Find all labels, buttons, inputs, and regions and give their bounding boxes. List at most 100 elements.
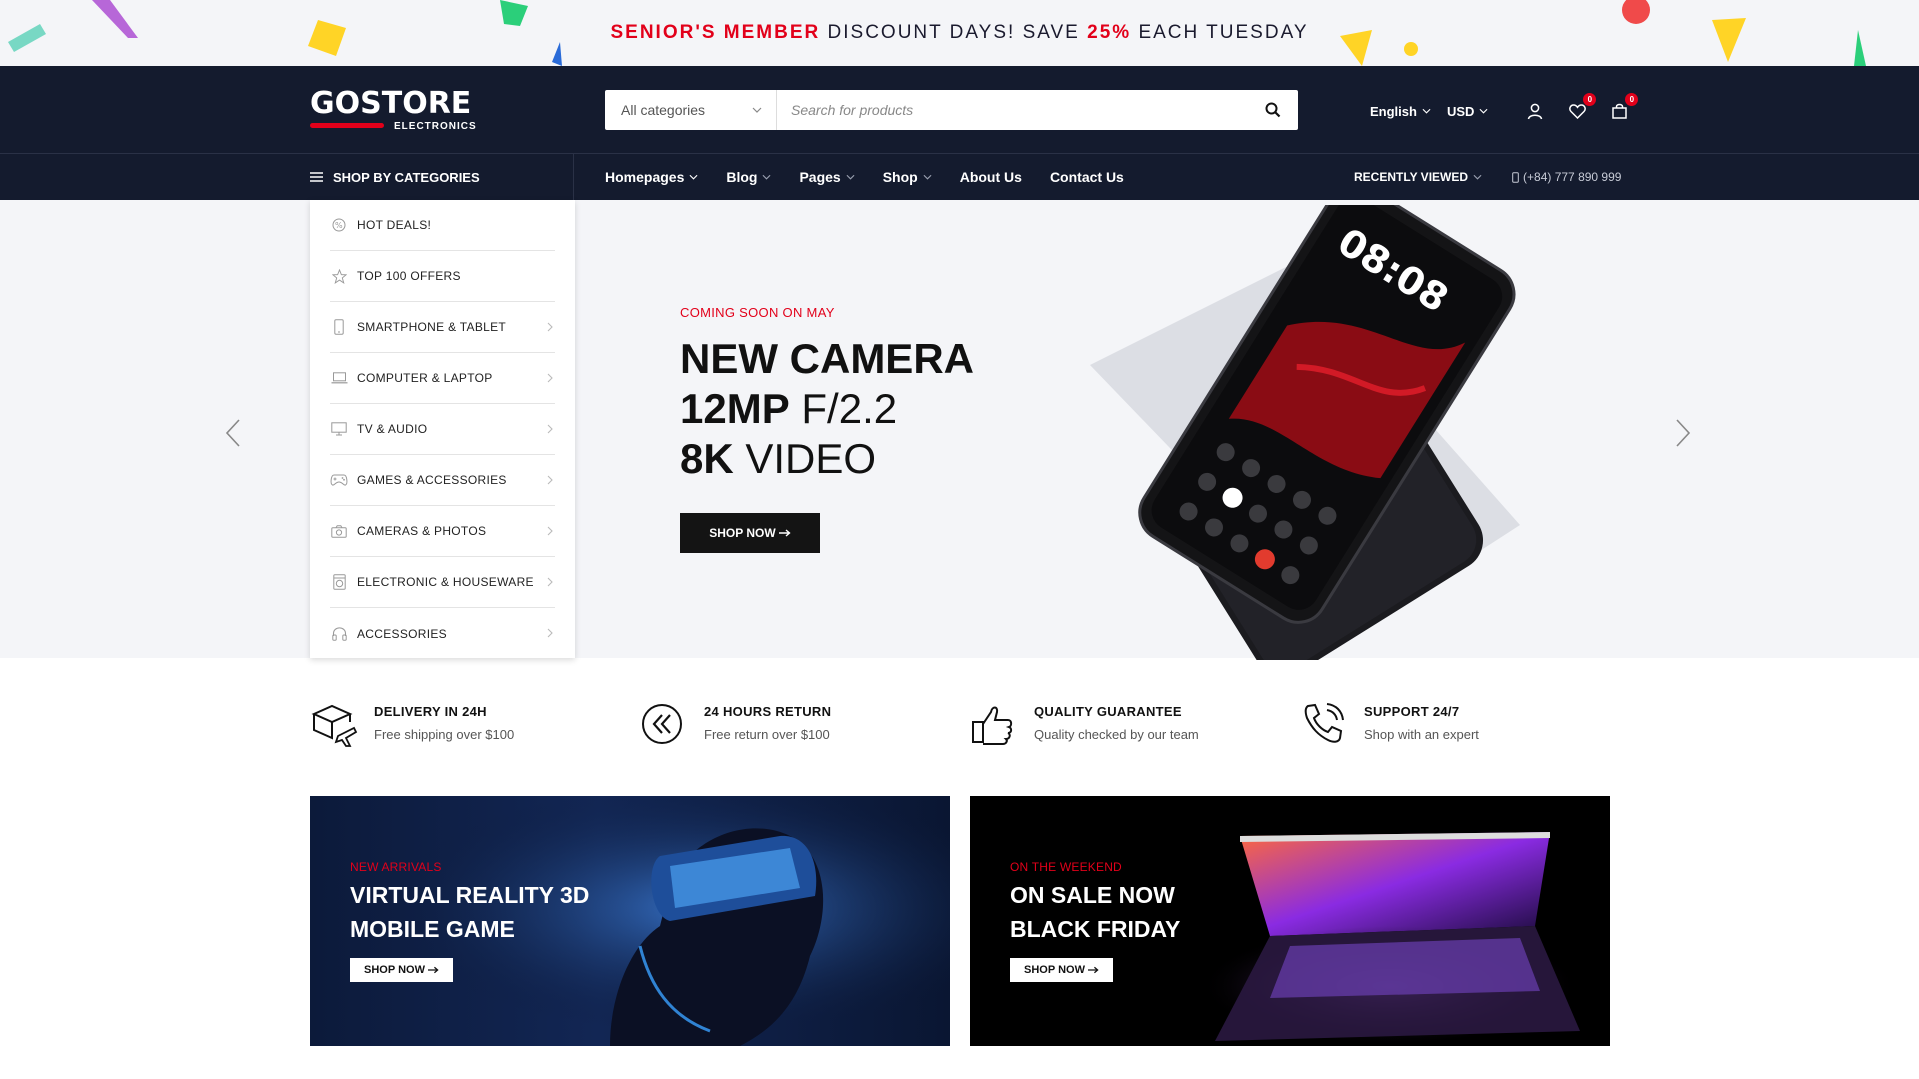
nav-blog[interactable]: Blog — [726, 169, 771, 185]
banner-shop-now-button[interactable]: SHOP NOW — [350, 958, 453, 982]
banner-vr-game[interactable]: NEW ARRIVALS VIRTUAL REALITY 3D MOBILE G… — [310, 796, 950, 1046]
slider-next-button[interactable] — [1675, 418, 1691, 453]
feature-quality: QUALITY GUARANTEE Quality checked by our… — [970, 700, 1199, 748]
washer-icon — [330, 573, 348, 591]
svg-text:%: % — [335, 221, 343, 230]
category-cameras-photos[interactable]: CAMERAS & PHOTOS — [330, 506, 555, 557]
smartphone-product-image: 08:08 — [1090, 205, 1520, 660]
language-select[interactable]: English — [1370, 104, 1431, 119]
arrow-right-icon — [427, 966, 439, 974]
currency-label: USD — [1446, 103, 1475, 119]
banner-title-line-2: BLACK FRIDAY — [1010, 916, 1181, 942]
banner-button-label: SHOP NOW — [364, 964, 425, 976]
phone-support-icon — [1304, 703, 1344, 743]
nav-contact-us-label: Contact Us — [1049, 169, 1124, 185]
chevron-right-icon — [547, 475, 553, 485]
feature-delivery: DELIVERY IN 24H Free shipping over $100 — [310, 700, 514, 748]
search-bar: All categories — [605, 90, 1298, 130]
support-phone[interactable]: (+84) 777 890 999 — [1512, 170, 1621, 184]
category-top-100-offers[interactable]: TOP 100 OFFERS — [330, 251, 555, 302]
category-label: ELECTRONIC & HOUSEWARE — [357, 575, 534, 589]
cart-button[interactable]: 0 — [1608, 93, 1639, 122]
category-electronic-houseware[interactable]: ELECTRONIC & HOUSEWARE — [330, 557, 555, 608]
thumbs-up-icon — [972, 706, 1013, 745]
category-label: TV & AUDIO — [357, 422, 428, 436]
banner-tag: NEW ARRIVALS — [350, 860, 442, 874]
hero-shop-now-button[interactable]: SHOP NOW — [680, 513, 820, 553]
banner-shop-now-button[interactable]: SHOP NOW — [1010, 958, 1113, 982]
menu-icon — [310, 172, 323, 182]
wishlist-button[interactable]: 0 — [1566, 93, 1597, 122]
search-input[interactable] — [777, 90, 1248, 130]
shop-by-categories-toggle[interactable]: SHOP BY CATEGORIES — [310, 154, 574, 200]
tv-icon — [330, 420, 348, 438]
support-phone-number: (+84) 777 890 999 — [1523, 170, 1622, 184]
feature-title: 24 HOURS RETURN — [704, 704, 832, 719]
headphones-icon — [330, 625, 348, 643]
star-icon — [330, 267, 348, 285]
chevron-right-icon — [547, 526, 553, 536]
gamepad-icon — [330, 471, 348, 489]
feature-subtitle: Shop with an expert — [1364, 727, 1479, 742]
promo-discount: 25% — [1087, 22, 1132, 43]
smartphone-icon — [330, 318, 348, 336]
promo-text: SENIOR'S MEMBER DISCOUNT DAYS! SAVE 25% … — [0, 22, 1919, 44]
cart-count-badge: 0 — [1625, 93, 1639, 106]
nav-blog-label: Blog — [726, 169, 758, 185]
category-accessories[interactable]: ACCESSORIES — [330, 608, 555, 659]
chevron-down-icon — [923, 174, 932, 180]
banner-title: VIRTUAL REALITY 3D MOBILE GAME — [350, 878, 680, 946]
return-icon — [642, 704, 682, 744]
chevron-down-icon — [1422, 108, 1431, 114]
feature-title: QUALITY GUARANTEE — [1034, 704, 1182, 719]
arrow-right-icon — [778, 529, 791, 537]
category-label: CAMERAS & PHOTOS — [357, 524, 487, 538]
hero-button-label: SHOP NOW — [709, 526, 776, 540]
chevron-right-icon — [1676, 419, 1691, 447]
nav-shop-label: Shop — [882, 169, 918, 185]
banner-black-friday[interactable]: ON THE WEEKEND ON SALE NOW BLACK FRIDAY … — [970, 796, 1610, 1046]
chevron-right-icon — [547, 577, 553, 587]
category-hot-deals[interactable]: % HOT DEALS! — [330, 200, 555, 251]
category-games-accessories[interactable]: GAMES & ACCESSORIES — [330, 455, 555, 506]
feature-support: SUPPORT 24/7 Shop with an expert — [1300, 700, 1479, 748]
nav-pages[interactable]: Pages — [799, 169, 855, 185]
recently-viewed-dropdown[interactable]: RECENTLY VIEWED — [1354, 170, 1482, 184]
promo-copy: DISCOUNT DAYS! SAVE — [820, 22, 1088, 43]
nav-contact-us[interactable]: Contact Us — [1050, 169, 1124, 185]
nav-homepages[interactable]: Homepages — [605, 169, 698, 185]
chevron-down-icon — [752, 107, 762, 113]
chevron-down-icon — [1473, 174, 1482, 180]
logo-text: GOSTORE — [310, 86, 472, 121]
category-label: HOT DEALS! — [357, 218, 432, 232]
logo-underline — [310, 123, 384, 128]
heart-icon — [1569, 103, 1586, 119]
recently-viewed-label: RECENTLY VIEWED — [1354, 170, 1469, 184]
wishlist-count-badge: 0 — [1583, 93, 1597, 106]
nav-about-us[interactable]: About Us — [960, 169, 1022, 185]
category-smartphone-tablet[interactable]: SMARTPHONE & TABLET — [330, 302, 555, 353]
search-button[interactable] — [1248, 90, 1298, 130]
chevron-down-icon — [846, 174, 855, 180]
site-logo[interactable]: GOSTORE ELECTRONICS — [310, 86, 476, 132]
category-label: SMARTPHONE & TABLET — [357, 320, 507, 334]
banner-tag: ON THE WEEKEND — [1010, 860, 1122, 874]
hot-deals-icon: % — [330, 216, 348, 234]
currency-select[interactable]: USD — [1447, 104, 1488, 119]
hero-tagline: COMING SOON ON MAY — [680, 305, 835, 320]
category-label: GAMES & ACCESSORIES — [357, 473, 507, 487]
feature-title: DELIVERY IN 24H — [374, 704, 487, 719]
category-computer-laptop[interactable]: COMPUTER & LAPTOP — [330, 353, 555, 404]
hero-line-3-bold: 8K — [680, 435, 734, 482]
arrow-right-icon — [1087, 966, 1099, 974]
feature-subtitle: Free shipping over $100 — [374, 727, 515, 742]
hero-line-2-bold: 12MP — [680, 385, 790, 432]
search-category-select[interactable]: All categories — [605, 90, 777, 130]
nav-shop[interactable]: Shop — [883, 169, 932, 185]
chevron-right-icon — [547, 373, 553, 383]
category-tv-audio[interactable]: TV & AUDIO — [330, 404, 555, 455]
feature-title: SUPPORT 24/7 — [1364, 704, 1460, 719]
promo-copy-end: EACH TUESDAY — [1131, 22, 1309, 43]
slider-prev-button[interactable] — [225, 418, 241, 453]
account-button[interactable] — [1524, 100, 1546, 122]
